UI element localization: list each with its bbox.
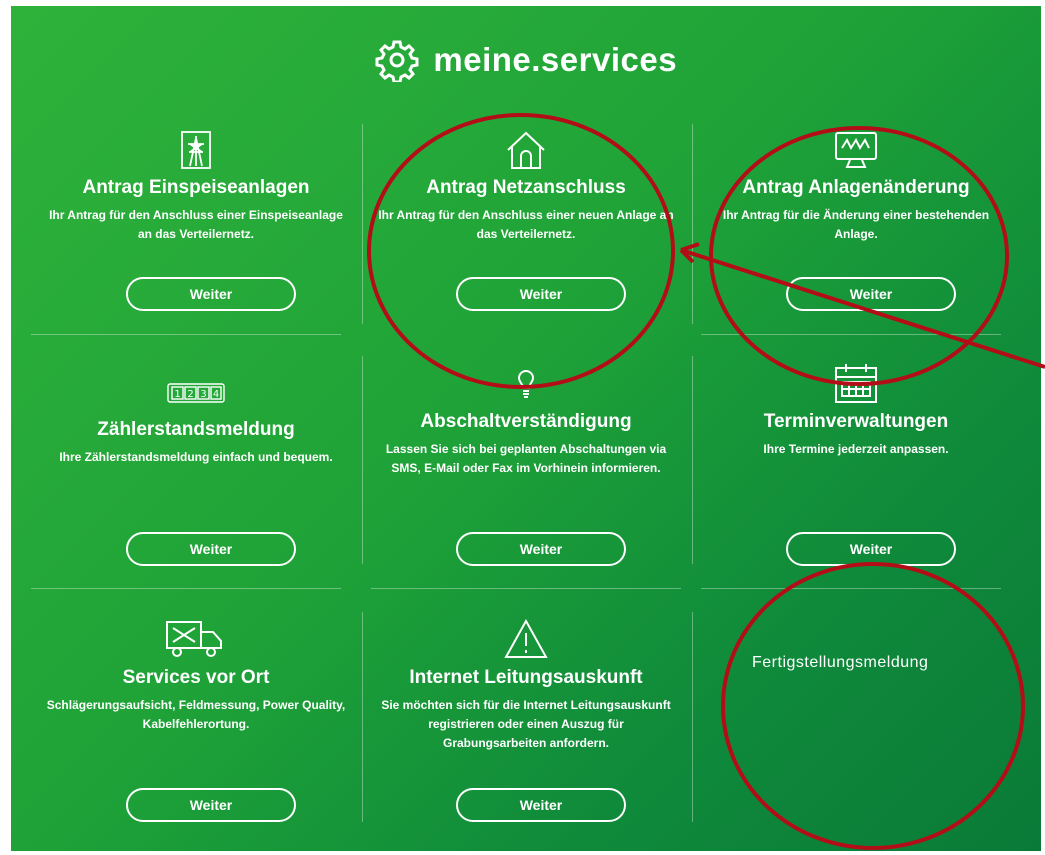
service-description: Lassen Sie sich bei geplanten Abschaltun… bbox=[385, 442, 667, 475]
weiter-button[interactable]: Weiter bbox=[126, 532, 296, 566]
service-card-terminverwaltungen: Terminverwaltungen Ihre Termine jederzei… bbox=[691, 360, 1021, 580]
service-description: Ihr Antrag für den Anschluss einer Einsp… bbox=[49, 208, 343, 241]
house-icon bbox=[507, 131, 545, 169]
divider bbox=[31, 334, 341, 335]
service-title: Services vor Ort bbox=[122, 667, 270, 688]
service-title: Internet Leitungsauskunft bbox=[409, 667, 643, 688]
divider bbox=[31, 588, 341, 589]
brand-title: meine.services bbox=[433, 41, 678, 78]
warning-triangle-icon bbox=[504, 618, 548, 658]
service-title: Antrag Anlagenänderung bbox=[742, 177, 970, 198]
service-card-abschaltverstaendigung: Abschaltverständigung Lassen Sie sich be… bbox=[361, 360, 691, 580]
weiter-button[interactable]: Weiter bbox=[456, 788, 626, 822]
service-card-netzanschluss: Antrag Netzanschluss Ihr Antrag für den … bbox=[361, 126, 691, 326]
service-card-einspeiseanlagen: Antrag Einspeiseanlagen Ihr Antrag für d… bbox=[31, 126, 361, 326]
gear-icon bbox=[375, 40, 419, 82]
service-truck-icon bbox=[166, 621, 222, 657]
service-card-services-vor-ort: Services vor Ort Schlägerungsaufsicht, F… bbox=[31, 616, 361, 836]
svg-text:3: 3 bbox=[200, 389, 206, 400]
svg-text:1: 1 bbox=[174, 389, 180, 400]
svg-text:4: 4 bbox=[213, 389, 219, 400]
power-tower-icon bbox=[181, 131, 211, 169]
weiter-button[interactable]: Weiter bbox=[456, 277, 626, 311]
weiter-button[interactable]: Weiter bbox=[456, 532, 626, 566]
service-card-zaehlerstand: 1234 Zählerstandsmeldung Ihre Zählerstan… bbox=[31, 360, 361, 580]
service-description: Ihre Zählerstandsmeldung einfach und beq… bbox=[59, 450, 333, 464]
divider bbox=[701, 588, 1001, 589]
weiter-button[interactable]: Weiter bbox=[126, 277, 296, 311]
service-description: Ihr Antrag für die Änderung einer besteh… bbox=[722, 208, 990, 241]
brand-header: meine.services bbox=[11, 38, 1041, 82]
service-title: Terminverwaltungen bbox=[763, 411, 949, 432]
weiter-button[interactable]: Weiter bbox=[786, 277, 956, 311]
service-title: Abschaltverständigung bbox=[420, 411, 632, 432]
divider bbox=[692, 612, 693, 822]
service-description: Schlägerungsaufsicht, Feldmessung, Power… bbox=[46, 698, 346, 731]
service-description: Sie möchten sich für die Internet Leitun… bbox=[381, 698, 671, 750]
service-card-anlagenaenderung: Antrag Anlagenänderung Ihr Antrag für di… bbox=[691, 126, 1021, 326]
lightbulb-icon bbox=[517, 370, 535, 398]
service-title: Antrag Einspeiseanlagen bbox=[82, 177, 310, 198]
divider bbox=[371, 588, 681, 589]
services-panel: meine.services Antrag Einspeiseanlagen I… bbox=[11, 6, 1041, 851]
service-description: Ihr Antrag für den Anschluss einer neuen… bbox=[378, 208, 674, 241]
divider bbox=[701, 334, 1001, 335]
calendar-icon bbox=[835, 364, 877, 403]
service-title: Antrag Netzanschluss bbox=[426, 177, 626, 198]
service-title: Zählerstandsmeldung bbox=[97, 419, 295, 440]
meter-counter-icon: 1234 bbox=[167, 383, 225, 403]
service-description: Ihre Termine jederzeit anpassen. bbox=[763, 442, 949, 456]
fertigstellungsmeldung-label: Fertigstellungsmeldung bbox=[752, 654, 929, 671]
monitor-icon bbox=[835, 132, 877, 168]
svg-text:2: 2 bbox=[187, 389, 193, 400]
service-card-leitungsauskunft: Internet Leitungsauskunft Sie möchten si… bbox=[361, 616, 691, 836]
weiter-button[interactable]: Weiter bbox=[786, 532, 956, 566]
weiter-button[interactable]: Weiter bbox=[126, 788, 296, 822]
